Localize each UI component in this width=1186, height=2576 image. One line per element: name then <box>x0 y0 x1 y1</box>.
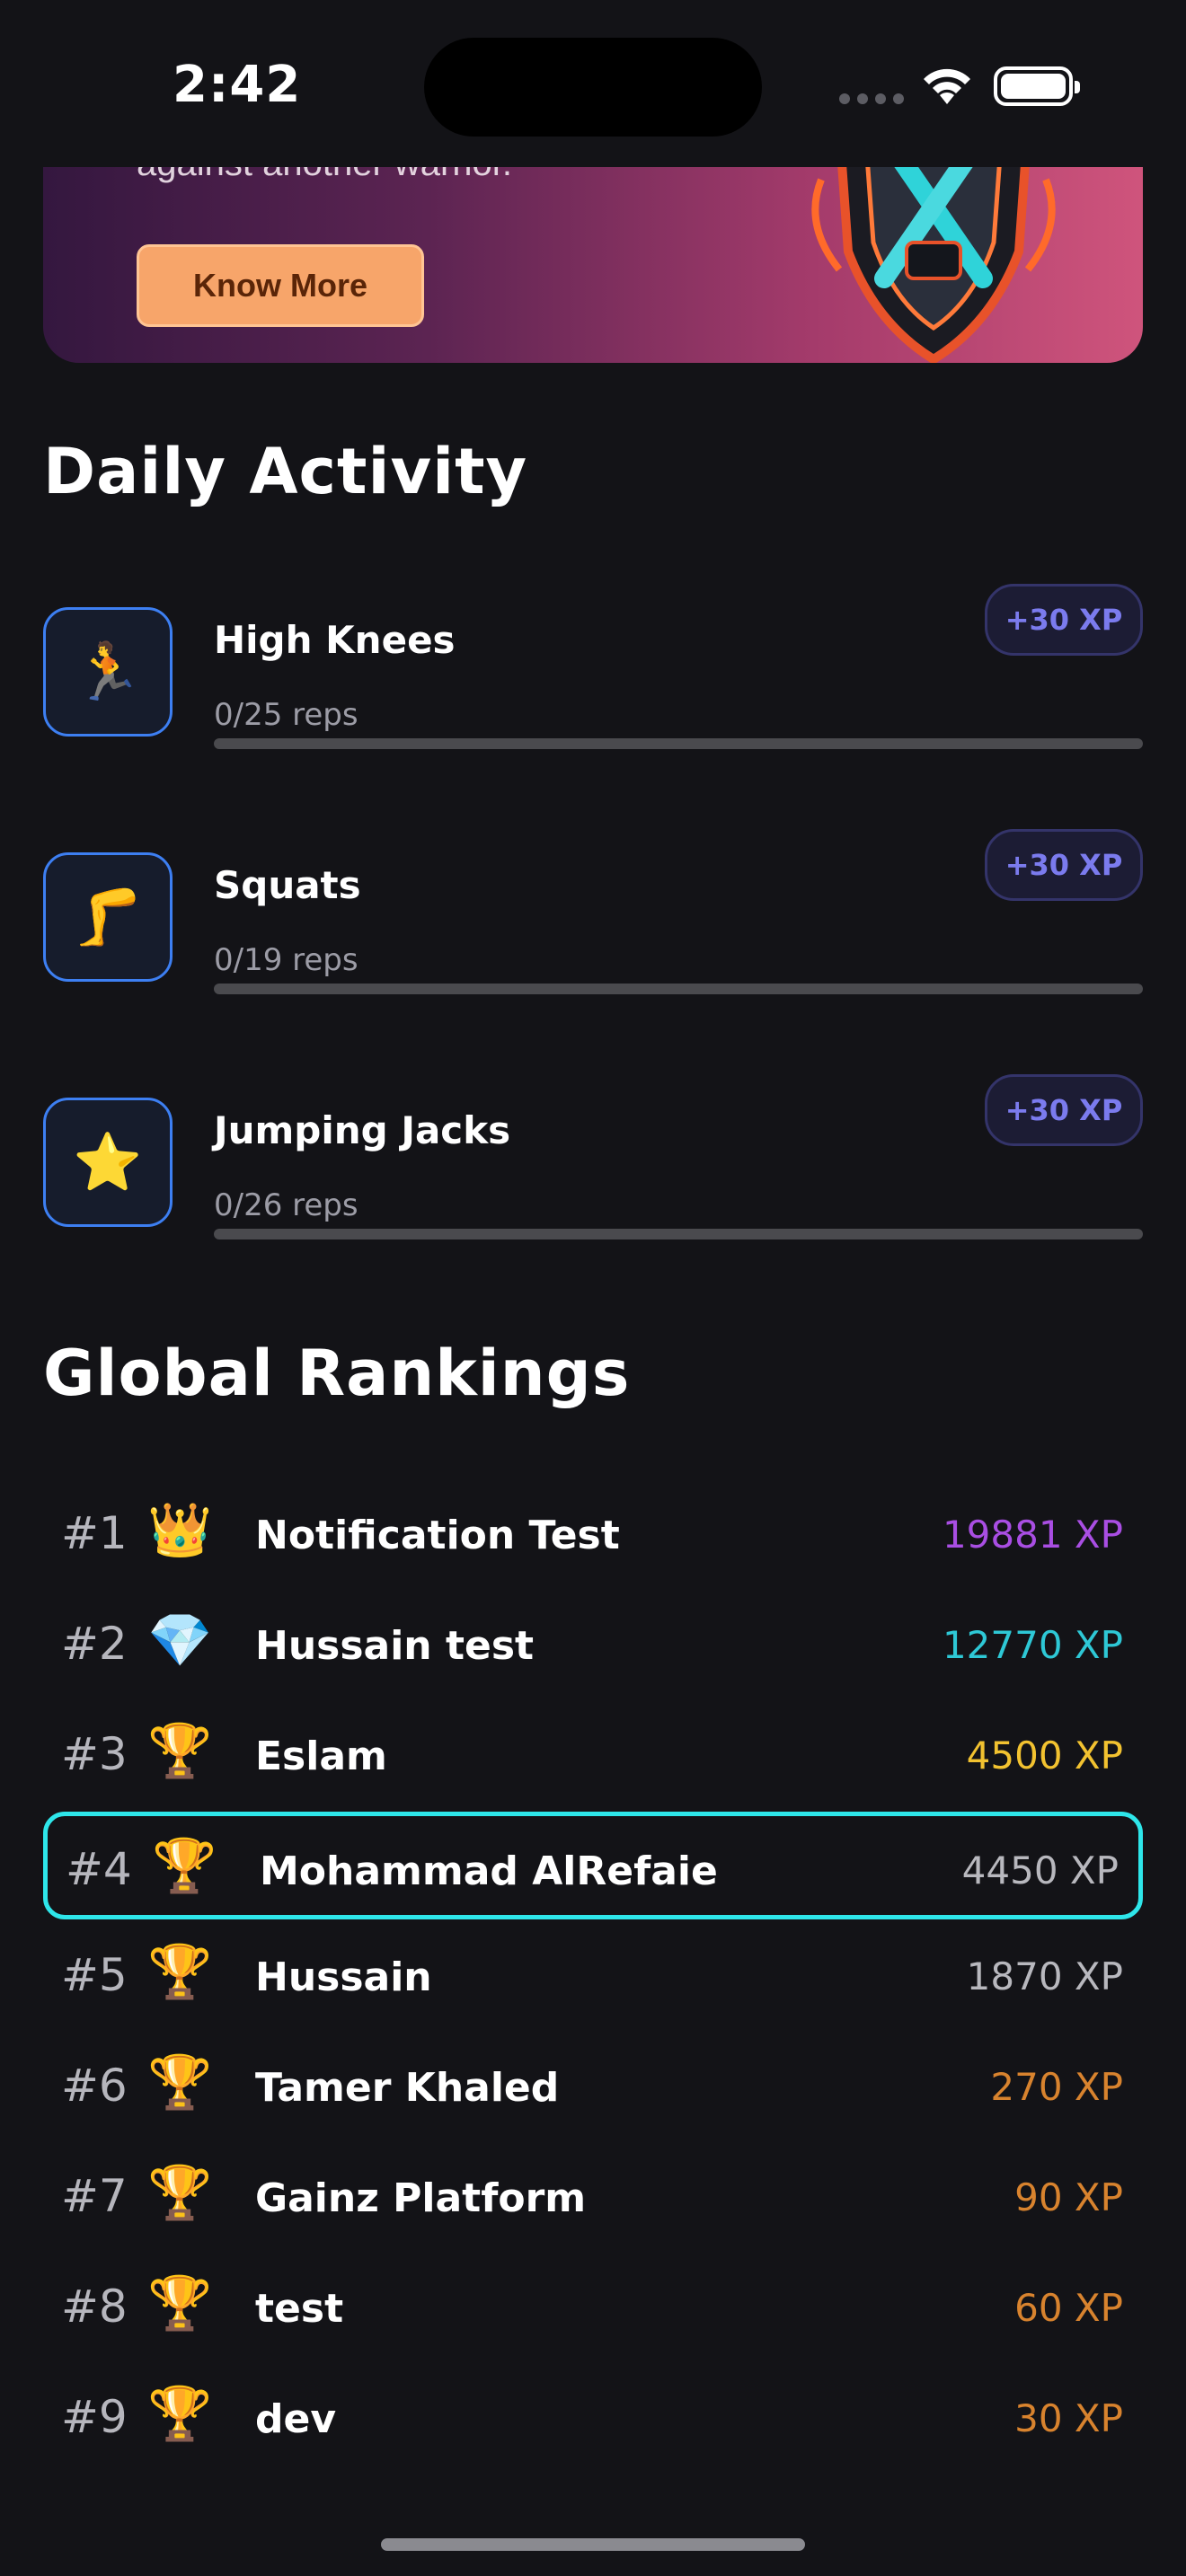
diamond-icon: 💎 <box>147 1610 213 1671</box>
rank-number: #7 <box>61 2170 128 2222</box>
ranking-xp: 19881 XP <box>942 1513 1123 1557</box>
bronze-trophy-icon: 🏆 <box>147 2051 213 2113</box>
gold-trophy-icon: 🏆 <box>147 1720 213 1781</box>
xp-badge: +30 XP <box>985 1074 1143 1146</box>
ranking-username: Hussain <box>255 1954 432 2000</box>
activity-item-squats[interactable]: 🦵 Squats 0/19 reps +30 XP <box>43 829 1143 1000</box>
ranking-xp: 1870 XP <box>966 1954 1123 1998</box>
activity-item-high-knees[interactable]: 🏃 High Knees 0/25 reps +30 XP <box>43 584 1143 754</box>
ranking-row[interactable]: #7 🏆 Gainz Platform 90 XP <box>43 2143 1143 2251</box>
activity-reps: 0/25 reps <box>214 697 358 733</box>
ranking-xp: 4450 XP <box>961 1848 1119 1892</box>
daily-activity-title: Daily Activity <box>43 435 528 508</box>
home-indicator[interactable] <box>381 2538 805 2551</box>
crown-icon: 👑 <box>147 1499 213 1560</box>
ranking-username: Notification Test <box>255 1513 620 1558</box>
leg-icon: 🦵 <box>43 852 173 982</box>
ranking-row[interactable]: #8 🏆 test 60 XP <box>43 2254 1143 2361</box>
activity-name: Squats <box>214 863 361 907</box>
activity-progress-bar <box>214 738 1143 749</box>
running-icon: 🏃 <box>43 607 173 737</box>
activity-progress-bar <box>214 984 1143 994</box>
rank-number: #3 <box>61 1728 128 1780</box>
ranking-username: Mohammad AlRefaie <box>260 1848 718 1894</box>
ranking-row[interactable]: #2 💎 Hussain test 12770 XP <box>43 1591 1143 1698</box>
wifi-icon <box>924 68 970 104</box>
star-icon: ⭐ <box>43 1098 173 1227</box>
status-bar: 2:42 <box>0 0 1186 167</box>
rank-number: #4 <box>66 1843 132 1895</box>
ranking-row[interactable]: #9 🏆 dev 30 XP <box>43 2364 1143 2472</box>
silver-trophy-icon: 🏆 <box>147 1941 213 2002</box>
ranking-username: Gainz Platform <box>255 2175 587 2221</box>
activity-item-jumping-jacks[interactable]: ⭐ Jumping Jacks 0/26 reps +30 XP <box>43 1074 1143 1245</box>
ranking-username: test <box>255 2286 344 2332</box>
silver-trophy-icon: 🏆 <box>152 1835 217 1896</box>
cellular-signal-icon <box>839 93 904 104</box>
activity-reps: 0/26 reps <box>214 1187 358 1223</box>
activity-progress-bar <box>214 1229 1143 1239</box>
ranking-row[interactable]: #5 🏆 Hussain 1870 XP <box>43 1922 1143 2030</box>
ranking-username: Hussain test <box>255 1623 535 1669</box>
ranking-username: dev <box>255 2396 337 2442</box>
activity-reps: 0/19 reps <box>214 942 358 978</box>
ranking-row-current-user[interactable]: #4 🏆 Mohammad AlRefaie 4450 XP <box>43 1812 1143 1919</box>
ranking-xp: 60 XP <box>1014 2286 1123 2330</box>
battery-icon <box>994 66 1080 106</box>
rank-number: #8 <box>61 2280 128 2333</box>
bronze-trophy-icon: 🏆 <box>147 2162 213 2223</box>
ranking-xp: 12770 XP <box>942 1623 1123 1667</box>
activity-name: Jumping Jacks <box>214 1108 511 1152</box>
ranking-xp: 30 XP <box>1014 2396 1123 2440</box>
know-more-button[interactable]: Know More <box>137 244 424 327</box>
bronze-trophy-icon: 🏆 <box>147 2272 213 2333</box>
xp-badge: +30 XP <box>985 829 1143 901</box>
ranking-xp: 90 XP <box>1014 2175 1123 2219</box>
ranking-username: Eslam <box>255 1734 387 1779</box>
dynamic-island <box>424 38 762 137</box>
ranking-xp: 270 XP <box>990 2065 1123 2109</box>
bronze-trophy-icon: 🏆 <box>147 2383 213 2444</box>
ranking-row[interactable]: #1 👑 Notification Test 19881 XP <box>43 1480 1143 1588</box>
rank-number: #9 <box>61 2391 128 2443</box>
rank-number: #2 <box>61 1618 128 1670</box>
rank-number: #6 <box>61 2060 128 2112</box>
ranking-row[interactable]: #3 🏆 Eslam 4500 XP <box>43 1701 1143 1809</box>
ranking-xp: 4500 XP <box>966 1734 1123 1778</box>
activity-name: High Knees <box>214 618 456 662</box>
ranking-username: Tamer Khaled <box>255 2065 560 2111</box>
rank-number: #5 <box>61 1949 128 2001</box>
global-rankings-title: Global Rankings <box>43 1337 631 1410</box>
rank-number: #1 <box>61 1507 128 1559</box>
status-time: 2:42 <box>173 56 302 114</box>
ranking-row[interactable]: #6 🏆 Tamer Khaled 270 XP <box>43 2033 1143 2140</box>
xp-badge: +30 XP <box>985 584 1143 656</box>
